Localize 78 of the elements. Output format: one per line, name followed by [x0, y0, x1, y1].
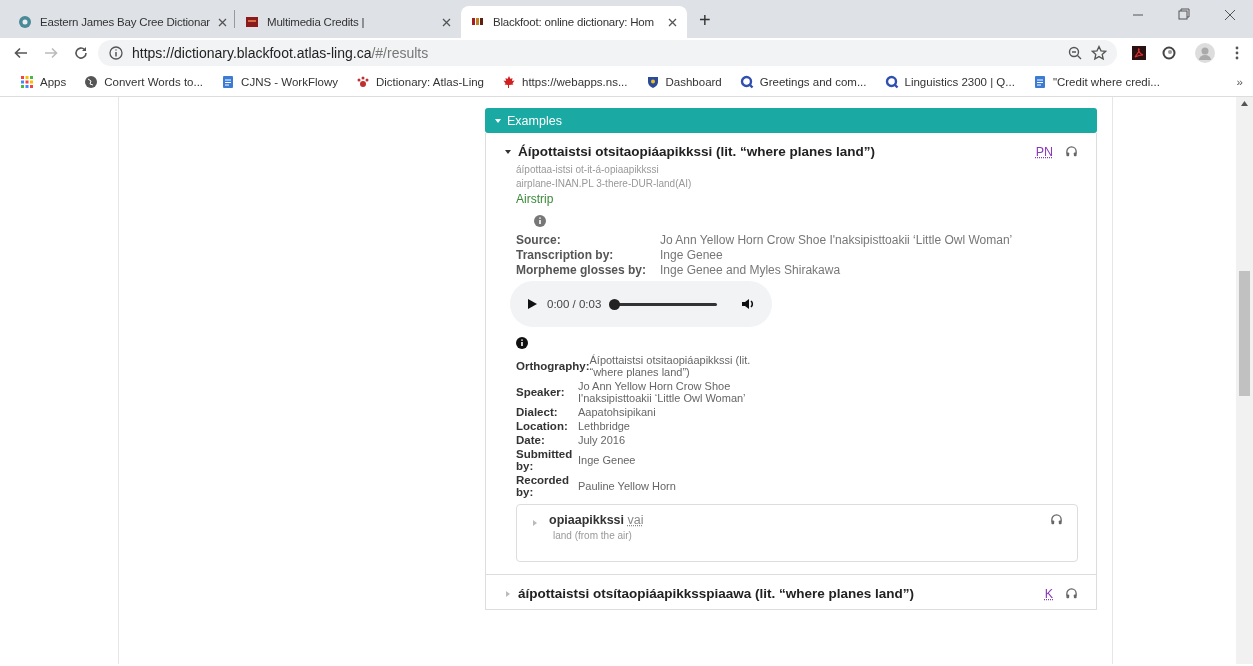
- browser-tab[interactable]: Blackfoot: online dictionary: Hom: [461, 6, 687, 38]
- bookmark[interactable]: CJNS - WorkFlowy: [221, 75, 338, 89]
- browser-tab[interactable]: Multimedia Credits |: [235, 6, 461, 38]
- new-tab-button[interactable]: +: [687, 9, 723, 38]
- scroll-up-icon[interactable]: [1241, 101, 1248, 106]
- zoom-out-icon[interactable]: [1067, 45, 1083, 61]
- credit-value: Jo Ann Yellow Horn Crow Shoe I'naksipisttoakii ‘Little Owl Woman’: [660, 233, 1014, 247]
- bookmark[interactable]: Dashboard: [645, 75, 722, 89]
- detail-value: Inge Genee: [578, 454, 637, 466]
- tag-label: PN: [1035, 144, 1053, 159]
- detail-value: Lethbridge: [578, 420, 631, 432]
- detail-value: Jo Ann Yellow Horn Crow Shoe I'naksipisttoakii ‘Little Owl Woman’: [578, 380, 747, 404]
- bookmark[interactable]: Greetings and com...: [739, 75, 867, 89]
- bookmark[interactable]: Dictionary: Atlas-Ling: [356, 75, 484, 89]
- reload-icon[interactable]: [73, 45, 89, 61]
- document-icon: [1032, 75, 1047, 89]
- credit-value: Inge Genee: [660, 248, 724, 262]
- more-bookmarks-button[interactable]: »: [1236, 76, 1243, 88]
- info-icon[interactable]: [108, 45, 124, 61]
- bookmark[interactable]: Convert Words to...: [84, 75, 204, 89]
- bookmark[interactable]: "Credit where credi...: [1032, 75, 1160, 89]
- detail-label: Orthography:: [516, 360, 590, 372]
- detail-label: Speaker:: [516, 386, 566, 398]
- audio-progress-thumb[interactable]: [609, 298, 621, 310]
- address-bar[interactable]: https://dictionary.blackfoot.atlas-ling.ca/#/results: [98, 40, 1117, 66]
- volume-icon[interactable]: [740, 296, 756, 312]
- entry-title[interactable]: Áípottaistsi otsitaopiáapikkssi (lit. “where planes land”): [518, 144, 1030, 159]
- morpheme-glosses: airplane-INAN.PL 3-there-DUR-land(AI): [516, 178, 693, 189]
- globe-favicon-icon: [18, 15, 32, 29]
- credit-label: Morpheme glosses by:: [516, 263, 648, 277]
- headphones-icon[interactable]: [1050, 513, 1063, 526]
- detail-value: Pauline Yellow Horn: [578, 480, 677, 492]
- play-icon[interactable]: [526, 298, 538, 310]
- close-tab-icon[interactable]: [668, 17, 677, 27]
- star-icon[interactable]: [1091, 45, 1107, 61]
- audio-time: 0:00 / 0:03: [547, 298, 602, 310]
- credit-value: Inge Genee and Myles Shirakawa: [660, 263, 842, 277]
- globe-icon: [84, 75, 99, 89]
- bookmark[interactable]: Linguistics 2300 | Q...: [884, 75, 1015, 89]
- caret-down-icon[interactable]: [504, 148, 512, 156]
- close-tab-icon[interactable]: [218, 17, 227, 27]
- audio-player[interactable]: 0:00 / 0:03: [510, 281, 772, 327]
- detail-value: Aapatohsipikani: [578, 406, 657, 418]
- apps-grid-icon: [20, 75, 34, 89]
- detail-label: Dialect:: [516, 406, 559, 418]
- credit-label: Transcription by:: [516, 248, 615, 262]
- shield-icon: [645, 75, 660, 89]
- word-title[interactable]: opiaapikkssi vai: [549, 513, 1040, 527]
- credit-label: Source:: [516, 233, 562, 247]
- maple-leaf-icon: [502, 75, 516, 89]
- circle-extension-icon[interactable]: [1161, 45, 1177, 61]
- detail-label: Date:: [516, 434, 546, 446]
- detail-label: Submitted by:: [516, 448, 574, 472]
- detail-label: Location:: [516, 420, 569, 432]
- info-icon[interactable]: [516, 337, 528, 349]
- detail-value: July 2016: [578, 434, 627, 446]
- back-icon[interactable]: [13, 45, 29, 61]
- q-logo-icon: [884, 75, 899, 89]
- tag-label: K: [1044, 586, 1053, 601]
- scrollbar-thumb[interactable]: [1239, 271, 1250, 396]
- browser-tab[interactable]: Eastern James Bay Cree Dictionar: [8, 6, 234, 38]
- morpheme-breakdown: áípottaa-istsi ot-it-á-opiaapikkssi: [516, 164, 660, 175]
- bookmark[interactable]: https://webapps.ns...: [502, 75, 628, 89]
- scrollbar[interactable]: [1236, 97, 1253, 664]
- word-gloss: land (from the air): [553, 530, 633, 541]
- detail-label: Recorded by:: [516, 474, 571, 498]
- entry-title[interactable]: áípottaistsi otsítaopiáapikksspiaawa (lit. “where planes land”): [518, 586, 1039, 601]
- headphones-icon[interactable]: [1065, 587, 1078, 600]
- headphones-icon[interactable]: [1065, 145, 1078, 158]
- detail-value: Áípottaistsi otsitaopiáapikkssi (lit. “where planes land”): [589, 354, 752, 378]
- square-favicon-icon: [245, 15, 259, 29]
- translation: Airstrip: [516, 192, 555, 206]
- bookmark[interactable]: Apps: [20, 75, 67, 89]
- paw-icon: [356, 75, 370, 89]
- close-tab-icon[interactable]: [442, 17, 451, 27]
- document-icon: [221, 75, 236, 89]
- q-logo-icon: [739, 75, 754, 89]
- pdf-extension-icon[interactable]: [1131, 45, 1147, 61]
